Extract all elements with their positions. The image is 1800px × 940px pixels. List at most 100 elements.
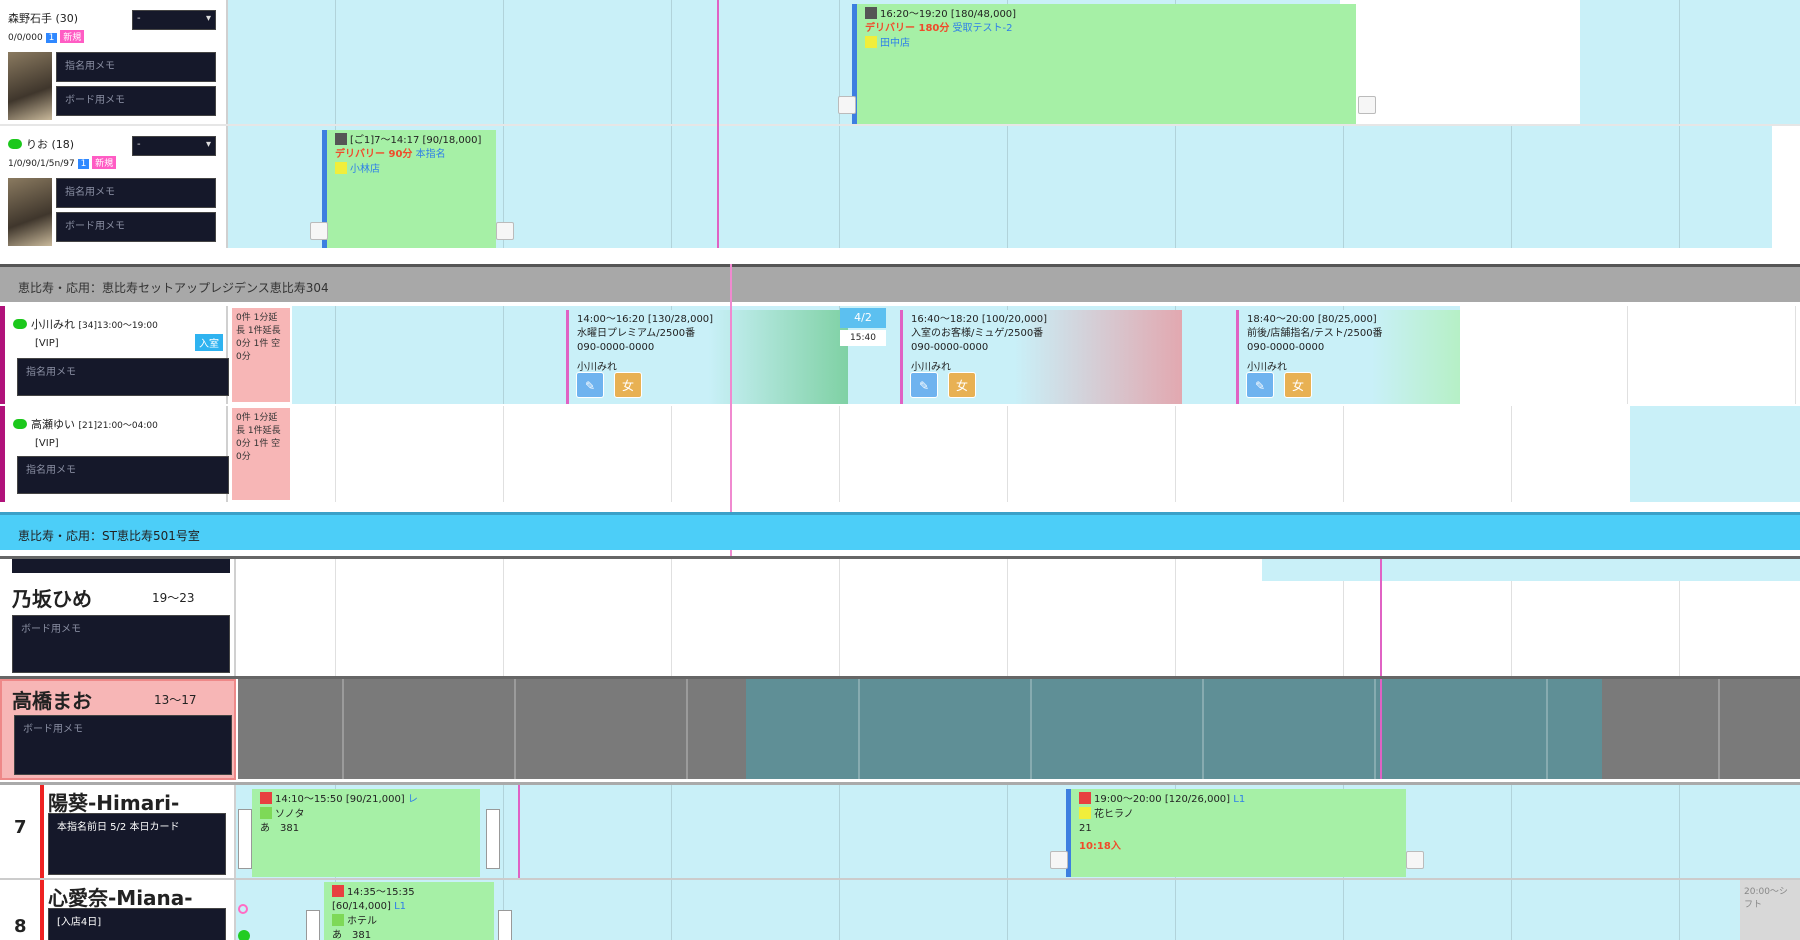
board-memo-field[interactable]: ボード用メモ [56,86,216,116]
staff-icon [865,36,877,48]
staff-row-top-1: 16:20〜19:20 [180/48,000] デリバリー 180分 受取テス… [0,0,1800,124]
green-leaf-icon [238,930,250,940]
side-label [498,910,512,940]
checkbox[interactable] [496,222,514,240]
status-badge: 入室 [195,334,223,351]
time-grid [1460,306,1800,404]
row-accent [40,880,44,940]
shift-hours: 19〜23 [152,591,195,605]
staff-panel: 7 陽葵-Himari- 本指名前日 5/2 本日カード [0,785,236,878]
booking-line: ソノタ [260,807,474,822]
side-label [486,809,500,869]
booking-detail: 前後/店舗指名/テスト/2500番 [1247,328,1383,339]
staff-select[interactable]: - ▾ [132,136,216,156]
booking-staff: 田中店 [865,36,1350,51]
float-time: 15:40 [840,330,886,346]
booking-line: あ 381 [260,823,300,834]
status-icon [335,133,347,145]
staff-name: りお (18) [8,136,74,152]
booking-phone: 090-0000-0000 [911,342,989,353]
staff-panel: 高橋まお 13〜17 ボード用メモ [0,679,236,780]
booking-time: 14:10〜15:50 [90/21,000] レ [260,792,474,807]
room-header[interactable]: 恵比寿・応用：恵比寿セットアップレジデンス恵比寿304 [0,264,1800,302]
booking-line: ホテル [332,914,488,929]
booking-detail: 入室のお客様/ミュゲ/2500番 [911,328,1044,339]
shift-end-note: 20:00〜シフト [1740,880,1800,940]
booking-card[interactable]: 14:35〜15:35 [60/14,000] L1 ホテル あ 381 [324,882,494,940]
staff-panel: りお (18) 1/0/90/1/5n/97 1 新規 - ▾ 指名用メモ ボード… [0,126,228,248]
board-memo-field[interactable]: ボード用メモ [12,615,230,673]
staff-select[interactable]: - ▾ [132,10,216,30]
booking-card[interactable]: 14:00〜16:20 [130/28,000] 水曜日プレミアム/2500番 … [566,310,848,404]
staff-panel: 8 心愛奈-Miana- [入店4日] [0,880,236,940]
staff-icon [332,914,344,926]
booking-card[interactable]: 16:20〜19:20 [180/48,000] デリバリー 180分 受取テス… [852,4,1356,124]
female-button[interactable]: 女 [948,372,976,398]
checkbox[interactable] [838,96,856,114]
float-label[interactable]: 4/2 [840,308,886,328]
edit-button[interactable]: ✎ [1246,372,1274,398]
staff-name: 陽葵-Himari- [48,791,180,815]
room-header[interactable]: 恵比寿・応用：ST恵比寿501号室 [0,512,1800,550]
staff-panel: 小川みれ [34]13:00〜19:00 [VIP] 入室 指名用メモ [0,306,229,404]
booking-course: デリバリー 180分 受取テスト-2 [865,23,1013,34]
side-label [238,809,252,869]
memo-field[interactable]: [入店4日] [48,908,226,940]
booking-card[interactable]: 16:40〜18:20 [100/20,000] 入室のお客様/ミュゲ/2500… [900,310,1182,404]
checkbox[interactable] [1358,96,1376,114]
lane-background [1630,406,1800,502]
room-row-1: 14:00〜16:20 [130/28,000] 水曜日プレミアム/2500番 … [0,306,1800,404]
staff-photo [8,178,52,246]
memo-field[interactable] [12,559,230,573]
memo-field[interactable]: 本指名前日 5/2 本日カード [48,813,226,875]
booking-time: 19:00〜20:00 [120/26,000] L1 [1079,792,1400,807]
checkbox[interactable] [1406,851,1424,869]
staff-name: 森野石手 (30) [8,12,79,25]
checkbox[interactable] [310,222,328,240]
memo-field[interactable]: 指名用メモ [56,178,216,208]
booking-phone: 090-0000-0000 [577,342,655,353]
board-memo-field[interactable]: ボード用メモ [14,715,232,775]
female-button[interactable]: 女 [1284,372,1312,398]
booking-time: 18:40〜20:00 [80/25,000] [1247,314,1377,325]
female-button[interactable]: 女 [614,372,642,398]
staff-name: 乃坂ひめ [12,587,92,611]
booking-card[interactable]: 19:00〜20:00 [120/26,000] L1 花ヒラノ 21 10:1… [1066,789,1406,877]
current-time-line [717,0,719,248]
row-number: 7 [14,817,27,838]
badge: 新規 [92,156,117,169]
memo-field[interactable]: 指名用メモ [17,358,229,396]
staff-name: 高瀬ゆい [21]21:00〜04:00 [13,416,158,432]
time-grid [0,679,1800,780]
booking-course: デリバリー 90分 本指名 [335,149,446,160]
memo-field[interactable]: 指名用メモ [56,52,216,82]
booking-time: [ご1]7〜14:17 [90/18,000] [335,133,490,148]
shift-hours: 13〜17 [154,693,197,707]
current-time-line [1380,679,1382,779]
unavailable-area [1340,0,1580,124]
booking-time: 14:00〜16:20 [130/28,000] [577,314,714,325]
booking-card[interactable]: 14:10〜15:50 [90/21,000] レ ソノタ あ 381 [252,789,480,877]
edit-button[interactable]: ✎ [576,372,604,398]
pink-heart-icon [238,904,248,914]
booking-card[interactable]: [ご1]7〜14:17 [90/18,000] デリバリー 90分 本指名 小林… [322,130,496,248]
booking-staff: 小川みれ [1247,362,1287,373]
checkbox[interactable] [1050,851,1068,869]
time-grid [0,126,1800,248]
badge: 1 [77,159,90,169]
staff-name: 小川みれ [34]13:00〜19:00 [13,316,158,332]
badge: 1 [45,33,58,43]
row-number: 8 [14,916,27,937]
booking-staff: 小林店 [335,162,490,177]
staff-row-7: 14:10〜15:50 [90/21,000] レ ソノタ あ 381 19:0… [0,782,1800,878]
booking-phone: 090-0000-0000 [1247,342,1325,353]
staff-panel: 高瀬ゆい [21]21:00〜04:00 [VIP] 指名用メモ [0,406,229,502]
memo-field[interactable]: 指名用メモ [17,456,229,494]
staff-row-big-1: 乃坂ひめ 19〜23 ボード用メモ [0,556,1800,676]
staff-name: 心愛奈-Miana- [48,886,193,910]
edit-button[interactable]: ✎ [910,372,938,398]
staff-stats: 0/0/000 1 新規 [8,30,85,43]
board-memo-field[interactable]: ボード用メモ [56,212,216,242]
staff-stats: 1/0/90/1/5n/97 1 新規 [8,156,117,169]
booking-line: 21 [1079,823,1092,834]
